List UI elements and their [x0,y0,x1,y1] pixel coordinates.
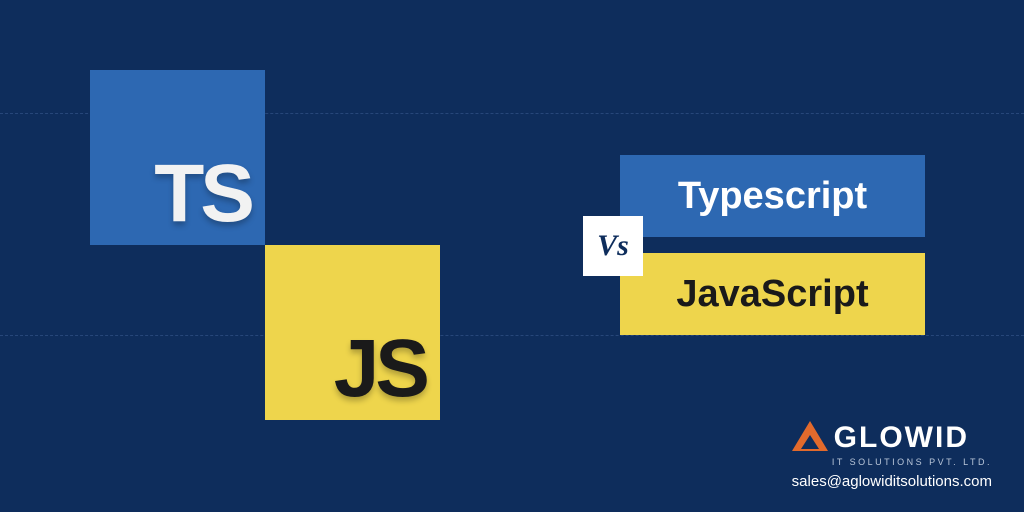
brand-a-icon [792,421,828,451]
vs-badge: Vs [583,216,643,276]
brand-logo-row: GLOWID [792,417,992,455]
divider-line-bottom [0,335,1024,336]
brand-email: sales@aglowiditsolutions.com [792,473,992,490]
typescript-label-text: Typescript [678,175,867,218]
javascript-label-box: JavaScript [620,253,925,335]
typescript-label-box: Typescript [620,155,925,237]
brand-block: GLOWID IT SOLUTIONS PVT. LTD. sales@aglo… [792,417,992,490]
vs-text: Vs [597,229,629,263]
brand-name: GLOWID [834,421,969,455]
typescript-logo-text: TS [154,153,251,235]
javascript-logo-square: JS [265,245,440,420]
typescript-logo-square: TS [90,70,265,245]
javascript-logo-text: JS [334,328,426,410]
brand-tagline: IT SOLUTIONS PVT. LTD. [792,457,992,467]
javascript-label-text: JavaScript [676,273,868,316]
